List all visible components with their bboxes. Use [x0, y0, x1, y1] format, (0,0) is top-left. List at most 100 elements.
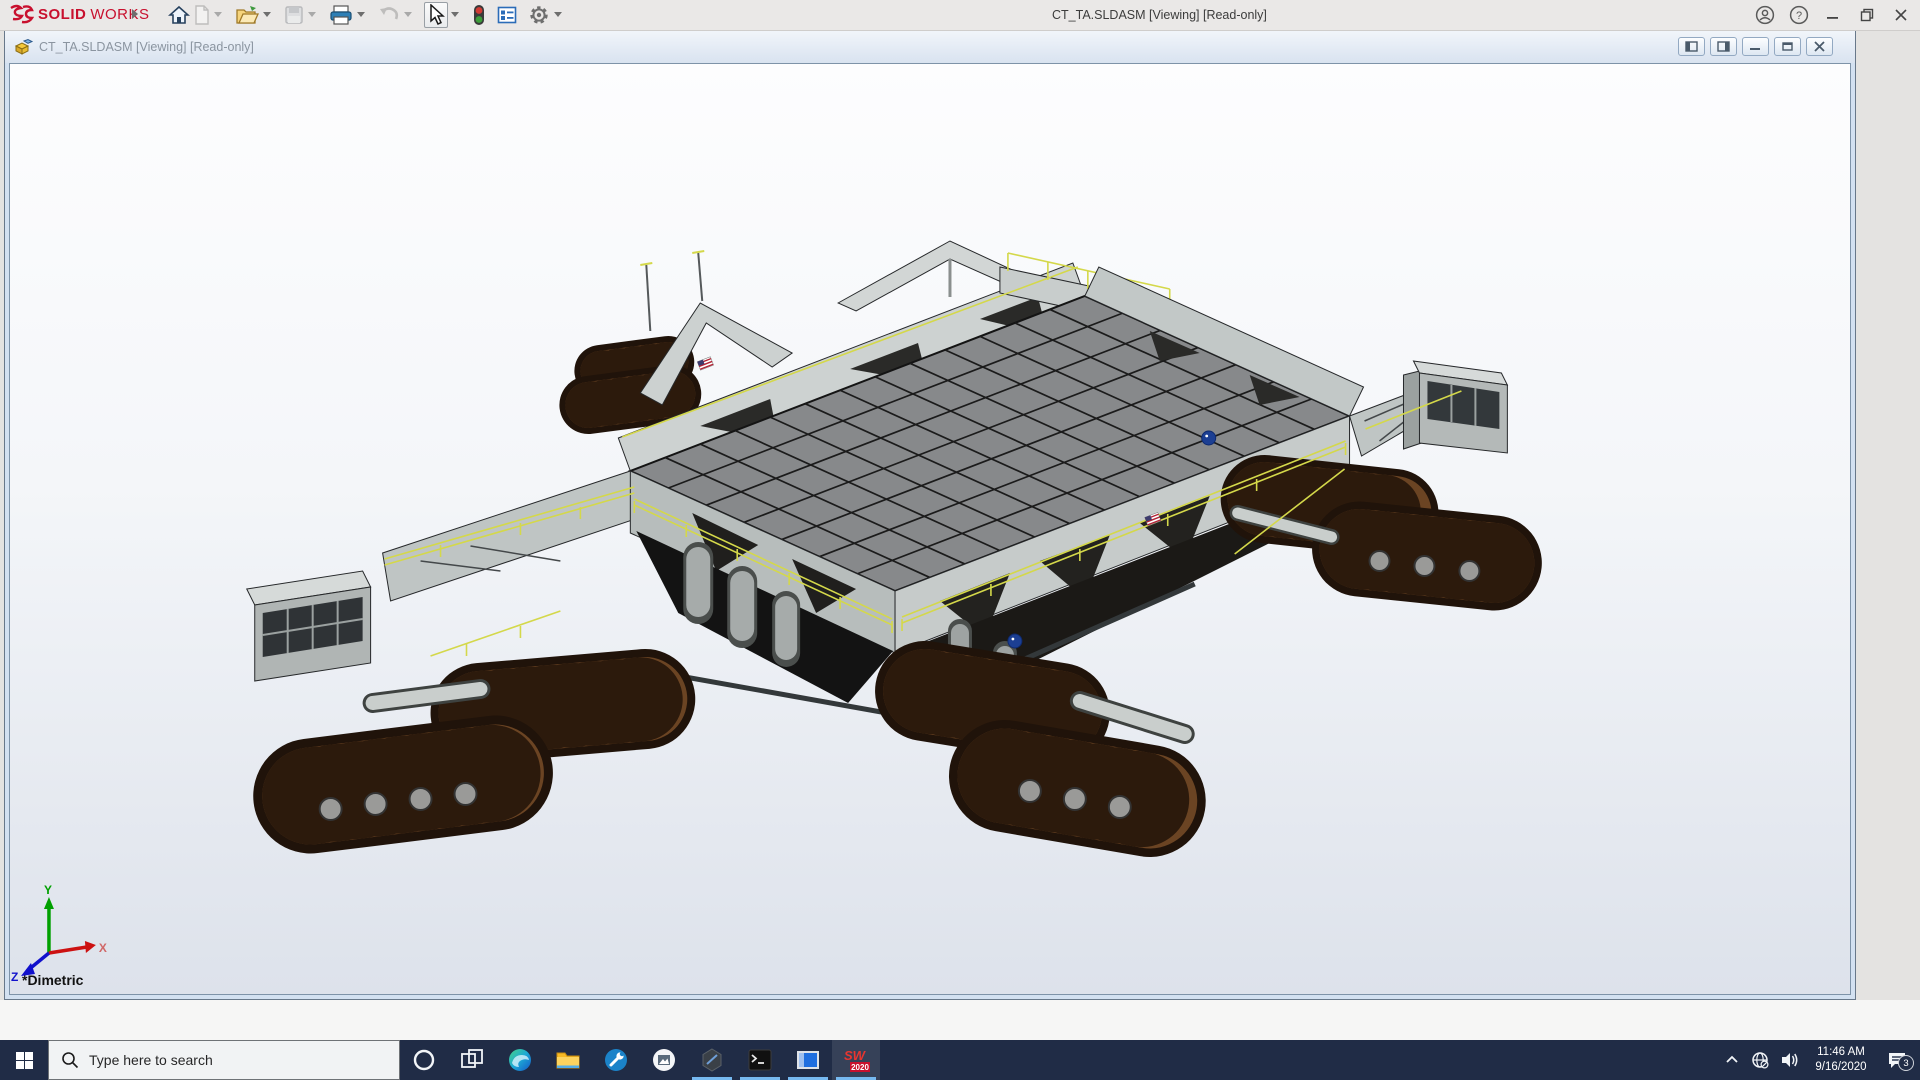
options-dropdown[interactable]	[552, 2, 564, 28]
tray-clock[interactable]: 11:46 AM 9/16/2020	[1809, 1043, 1873, 1077]
app-background-right	[1857, 30, 1920, 1000]
task-list-icon	[497, 6, 517, 24]
taskbar-app-solidworks-2020[interactable]: SW 2020	[832, 1040, 880, 1080]
undo-dropdown[interactable]	[402, 2, 414, 28]
command-prompt-icon	[748, 1049, 772, 1071]
solidworks-2020-icon: SW 2020	[844, 1048, 870, 1072]
taskbar-app-cortana[interactable]	[400, 1040, 448, 1080]
select-dropdown[interactable]	[449, 2, 461, 28]
account-button[interactable]	[1748, 0, 1782, 30]
viewport-3d[interactable]: Y X Z *Dimetric	[9, 63, 1851, 995]
restore-button[interactable]	[1850, 0, 1884, 30]
view-orientation-label: *Dimetric	[22, 972, 84, 988]
brand-text-bold: SOLID	[38, 5, 87, 23]
tray-chevron-button[interactable]	[1722, 1050, 1742, 1070]
traffic-light-icon	[474, 5, 484, 25]
restore-icon	[1860, 8, 1874, 22]
edge-icon	[509, 1049, 531, 1071]
open-folder-icon	[236, 6, 259, 24]
quick-toolbar	[166, 2, 573, 28]
windows-logo-icon	[15, 1051, 33, 1069]
speaker-icon	[1782, 1053, 1798, 1067]
home-icon	[168, 5, 190, 24]
toolbar-expand-arrow[interactable]	[130, 8, 140, 20]
save-icon	[285, 6, 303, 24]
taskbar-app-task-view[interactable]	[448, 1040, 496, 1080]
svg-text:2020: 2020	[851, 1063, 869, 1072]
close-button[interactable]	[1884, 0, 1918, 30]
taskbar-app-hex-utility[interactable]	[688, 1040, 736, 1080]
select-button[interactable]	[424, 2, 448, 28]
assembly-icon	[14, 38, 33, 55]
chevron-up-icon	[1726, 1055, 1738, 1063]
model-left-arm	[382, 470, 639, 602]
undo-button[interactable]	[377, 2, 401, 28]
help-icon: ?	[1789, 5, 1809, 25]
start-button[interactable]	[0, 1040, 48, 1080]
new-document-icon	[195, 5, 209, 25]
print-button[interactable]	[328, 2, 354, 28]
taskbar-app-photos[interactable]	[640, 1040, 688, 1080]
open-button[interactable]	[234, 2, 260, 28]
tray-volume-button[interactable]	[1778, 1049, 1802, 1071]
open-dropdown[interactable]	[261, 2, 273, 28]
doc-restore-button[interactable]	[1774, 37, 1801, 56]
split-pane-left-button[interactable]	[1678, 37, 1705, 56]
orientation-triad: Y X Z	[11, 883, 107, 984]
tray-network-button[interactable]	[1749, 1049, 1771, 1071]
app-titlebar: SOLID WORKS CT_TA.SLDASM [Viewing] [Read…	[0, 0, 1920, 31]
solidworks-logo: SOLID WORKS	[8, 4, 150, 24]
help-button[interactable]: ?	[1782, 0, 1816, 30]
save-dropdown[interactable]	[306, 2, 318, 28]
crawler-track-front-left	[253, 649, 696, 854]
solidworks-logo-icon	[10, 4, 34, 24]
network-globe-icon	[1752, 1052, 1769, 1069]
taskbar-app-file-explorer[interactable]	[544, 1040, 592, 1080]
app-title: CT_TA.SLDASM [Viewing] [Read-only]	[1052, 8, 1267, 22]
titlebar-right-controls: ?	[1748, 0, 1918, 30]
axis-label-y: Y	[44, 883, 52, 897]
axis-label-x: X	[99, 941, 107, 955]
taskbar-app-command-prompt[interactable]	[736, 1040, 784, 1080]
document-window: CT_TA.SLDASM [Viewing] [Read-only] Y X Z…	[4, 30, 1856, 1000]
new-document-dropdown[interactable]	[212, 2, 224, 28]
taskbar-search[interactable]	[48, 1040, 400, 1080]
new-document-button[interactable]	[193, 2, 211, 28]
split-pane-right-button[interactable]	[1710, 37, 1737, 56]
doc-close-button[interactable]	[1806, 37, 1833, 56]
svg-text:?: ?	[1796, 10, 1802, 22]
task-list-button[interactable]	[496, 2, 518, 28]
model-render: Y X Z	[11, 240, 1542, 984]
print-dropdown[interactable]	[355, 2, 367, 28]
selection-filter-button[interactable]	[471, 2, 487, 28]
windows-taskbar: SW 2020	[0, 1040, 1920, 1080]
search-icon	[62, 1052, 79, 1069]
hexagon-app-icon	[702, 1048, 722, 1072]
save-button[interactable]	[283, 2, 305, 28]
us-flag-decal	[696, 356, 714, 371]
screen: SOLID WORKS CT_TA.SLDASM [Viewing] [Read…	[0, 0, 1920, 1080]
search-input[interactable]	[87, 1051, 371, 1069]
home-button[interactable]	[167, 2, 191, 28]
svg-text:SW: SW	[844, 1048, 867, 1063]
app-background-bottom	[0, 1000, 1920, 1040]
doc-minimize-button[interactable]	[1742, 37, 1769, 56]
print-icon	[330, 5, 352, 25]
notification-count-badge: 3	[1898, 1055, 1914, 1071]
file-explorer-icon	[556, 1052, 580, 1069]
document-title: CT_TA.SLDASM [Viewing] [Read-only]	[39, 40, 254, 54]
remote-window-icon	[797, 1051, 819, 1069]
tray-time: 11:46 AM	[1817, 1046, 1865, 1059]
taskbar-app-remote-window[interactable]	[784, 1040, 832, 1080]
notification-center-button[interactable]: 3	[1880, 1048, 1914, 1072]
taskbar-app-admin-console[interactable]	[592, 1040, 640, 1080]
document-titlebar[interactable]: CT_TA.SLDASM [Viewing] [Read-only]	[5, 31, 1855, 63]
minimize-button[interactable]	[1816, 0, 1850, 30]
cortana-icon	[413, 1049, 435, 1071]
undo-icon	[380, 7, 399, 20]
document-window-controls	[1678, 37, 1833, 56]
options-button[interactable]	[527, 2, 551, 28]
taskbar-app-edge[interactable]	[496, 1040, 544, 1080]
task-view-icon	[461, 1049, 483, 1068]
gear-icon	[530, 6, 548, 24]
